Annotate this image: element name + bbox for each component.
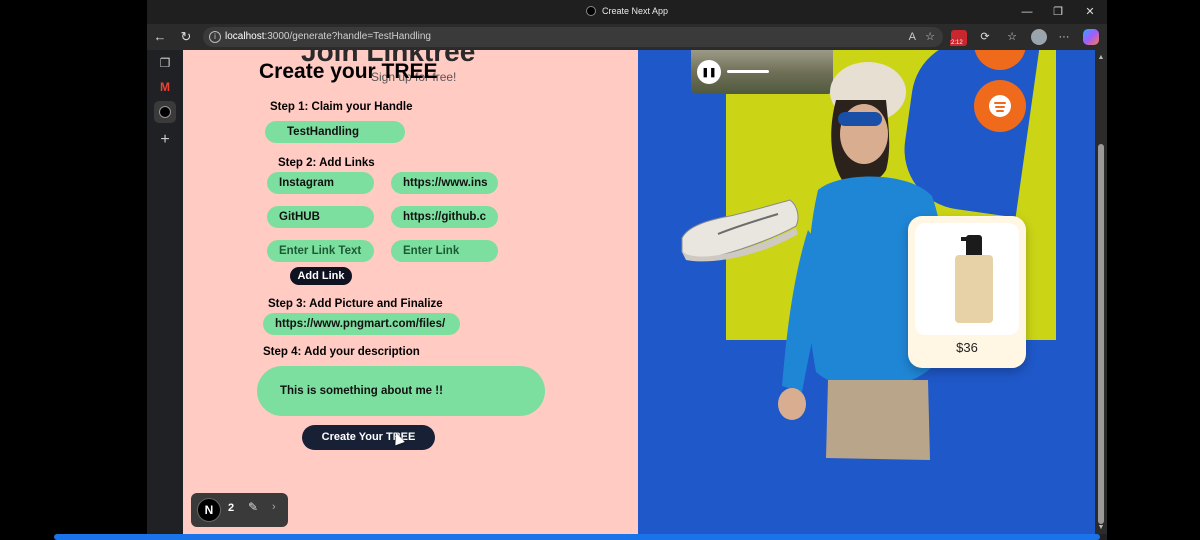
browser-window: Create Next App — ❐ ✕ ← ↻ i localhost:30… xyxy=(147,0,1107,540)
chevron-right-icon[interactable]: › xyxy=(272,501,276,513)
link-text-input[interactable]: Instagram xyxy=(267,172,374,194)
extension-badge-icon[interactable]: 2:12 xyxy=(950,30,967,46)
nextjs-logo-icon[interactable]: N xyxy=(197,498,221,522)
more-menu-icon[interactable]: ··· xyxy=(1055,28,1073,46)
vertical-scrollbar[interactable]: ▲ ▼ xyxy=(1095,50,1107,534)
minimize-icon[interactable]: — xyxy=(1019,4,1035,20)
product-card[interactable]: $36 xyxy=(908,216,1026,368)
nextjs-icon xyxy=(159,106,171,118)
video-progress-bar xyxy=(727,70,769,73)
add-link-button[interactable]: Add Link xyxy=(290,267,352,285)
handle-input[interactable]: TestHandling xyxy=(265,121,405,143)
product-price: $36 xyxy=(956,340,978,355)
gmail-tab-icon[interactable]: M xyxy=(154,76,176,98)
step2-label: Step 2: Add Links xyxy=(278,157,375,169)
issues-count[interactable]: 2 xyxy=(228,502,234,514)
promo-panel: ❚❚ $36 xyxy=(638,50,1095,534)
picture-url-input[interactable]: https://www.pngmart.com/files/ xyxy=(263,313,460,335)
favorites-icon[interactable]: ☆ xyxy=(1003,28,1021,46)
description-input[interactable]: This is something about me !! xyxy=(257,366,545,416)
nextjs-tab-icon xyxy=(585,6,596,16)
profile-avatar[interactable] xyxy=(1031,29,1047,45)
read-aloud-icon[interactable]: A xyxy=(909,31,916,43)
scrollbar-thumb[interactable] xyxy=(1098,144,1104,524)
link-text-input[interactable]: Enter Link Text xyxy=(267,240,374,262)
title-bar: Create Next App — ❐ ✕ xyxy=(147,0,1107,24)
mic-off-icon[interactable]: ✎ xyxy=(248,500,258,514)
bottle-image xyxy=(955,255,993,323)
scroll-down-icon[interactable]: ▼ xyxy=(1097,524,1105,532)
restore-icon[interactable]: ❐ xyxy=(1050,4,1066,20)
form-panel: Join Linktree Sign up for free! Create y… xyxy=(183,50,638,534)
page-viewport: Join Linktree Sign up for free! Create y… xyxy=(183,50,1095,534)
tab-actions-icon[interactable]: ❐ xyxy=(154,52,176,74)
nextjs-devtools-indicator[interactable]: N 2 ✎ › xyxy=(191,493,288,527)
link-url-input[interactable]: Enter Link xyxy=(391,240,498,262)
copilot-icon[interactable] xyxy=(1083,29,1099,45)
step4-label: Step 4: Add your description xyxy=(263,346,420,358)
step1-label: Step 1: Claim your Handle xyxy=(270,101,413,113)
step3-label: Step 3: Add Picture and Finalize xyxy=(268,298,443,310)
link-url-input[interactable]: https://github.c xyxy=(391,206,498,228)
pause-icon[interactable]: ❚❚ xyxy=(697,60,721,84)
close-icon[interactable]: ✕ xyxy=(1082,4,1098,20)
video-progress-strip xyxy=(54,534,1100,540)
url-host: localhost xyxy=(225,31,265,42)
back-icon[interactable]: ← xyxy=(151,28,169,46)
nextjs-tab[interactable] xyxy=(154,101,176,123)
url-path: :3000/generate?handle=TestHandling xyxy=(264,31,431,42)
reload-icon[interactable]: ↻ xyxy=(177,28,195,46)
address-bar[interactable]: i localhost:3000/generate?handle=TestHan… xyxy=(203,27,943,47)
favorite-star-icon[interactable]: ☆ xyxy=(925,31,935,43)
page-title: Create your TREE xyxy=(259,60,438,83)
scroll-up-icon[interactable]: ▲ xyxy=(1097,54,1105,62)
vertical-tabs-sidebar: ❐ M + xyxy=(147,50,183,540)
link-text-input[interactable]: GitHUB xyxy=(267,206,374,228)
screen: Create Next App — ❐ ✕ ← ↻ i localhost:30… xyxy=(0,0,1200,540)
create-tree-button[interactable]: Create Your TREE xyxy=(302,425,435,450)
window-title: Create Next App xyxy=(601,6,669,16)
spotify-icon xyxy=(989,95,1011,117)
extension-icon[interactable]: ⟳ xyxy=(976,28,994,46)
new-tab-icon[interactable]: + xyxy=(154,129,176,151)
link-url-input[interactable]: https://www.ins xyxy=(391,172,498,194)
browser-toolbar: ← ↻ i localhost:3000/generate?handle=Tes… xyxy=(147,24,1107,50)
site-info-icon[interactable]: i xyxy=(209,31,221,43)
